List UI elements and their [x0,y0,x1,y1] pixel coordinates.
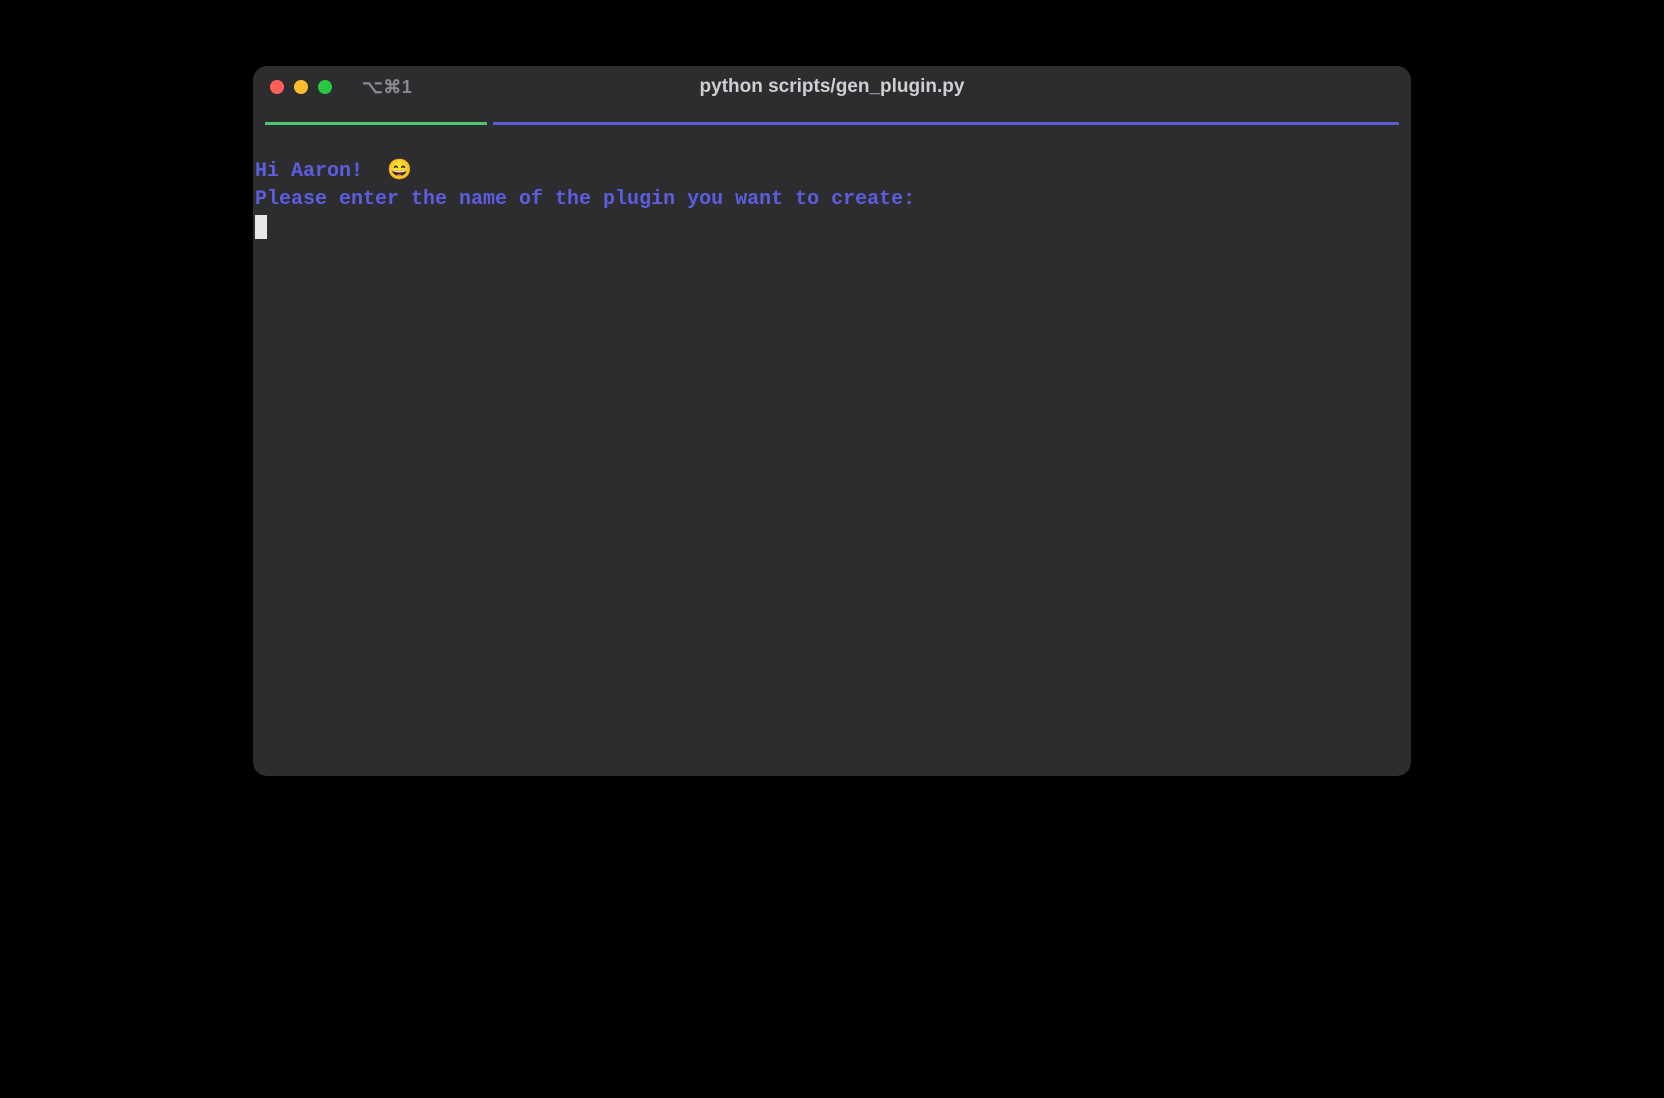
grin-emoji-icon: 😄 [387,159,412,181]
output-line-1: Hi Aaron! 😄 [253,156,1411,186]
tab-active[interactable] [265,122,487,125]
traffic-lights [270,80,332,94]
minimize-button[interactable] [294,80,308,94]
tab-inactive[interactable] [493,122,1399,125]
close-button[interactable] [270,80,284,94]
greeting-text: Hi Aaron! [255,160,363,183]
prompt-text: Please enter the name of the plugin you … [255,188,915,211]
terminal-window: ⌥⌘1 python scripts/gen_plugin.py Hi Aaro… [253,66,1411,776]
title-bar: ⌥⌘1 python scripts/gen_plugin.py [253,66,1411,108]
window-title: python scripts/gen_plugin.py [700,76,965,98]
tab-shortcut-label: ⌥⌘1 [362,77,412,98]
output-line-2: Please enter the name of the plugin you … [253,186,1411,214]
input-line[interactable] [253,214,1411,242]
terminal-content[interactable]: Hi Aaron! 😄 Please enter the name of the… [253,126,1411,242]
cursor-icon [255,215,267,239]
maximize-button[interactable] [318,80,332,94]
